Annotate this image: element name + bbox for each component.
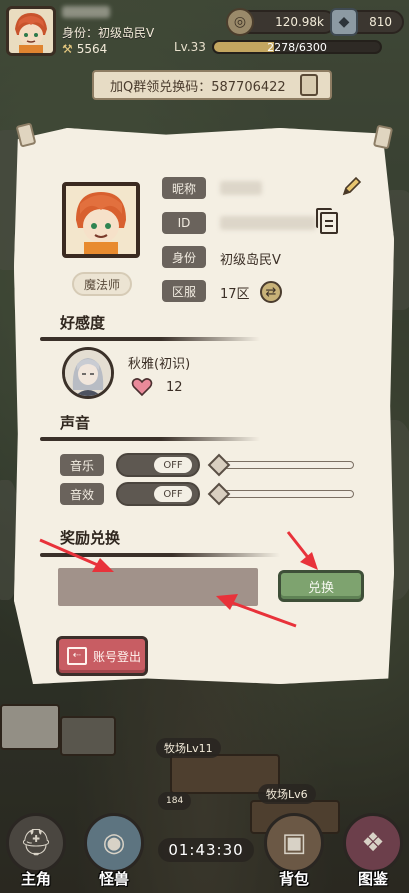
music-label: 音乐: [60, 454, 104, 476]
switch-server-icon[interactable]: ⇄: [260, 281, 282, 303]
nickname-label: 昵称: [162, 177, 206, 199]
class-badge: 魔法师: [72, 272, 132, 296]
ranch-label[interactable]: 牧场Lv11: [156, 738, 221, 758]
heart-icon: [131, 378, 153, 397]
player-avatar[interactable]: [6, 6, 56, 56]
banner-copy-icon[interactable]: [300, 74, 318, 96]
affinity-hearts: 12: [166, 380, 183, 395]
npc-portrait-icon: [65, 350, 111, 396]
sfx-volume-slider[interactable]: [212, 490, 354, 498]
server-label: 区服: [162, 280, 206, 302]
gold-value: 120.98k: [275, 15, 324, 29]
redeem-title: 奖励兑换: [60, 529, 121, 547]
npc-avatar[interactable]: [62, 347, 114, 399]
id-value-redacted: [220, 216, 316, 230]
monster-eye-icon: ◉: [84, 813, 144, 873]
npc-name: 秋雅(初识): [128, 357, 191, 372]
rank-label: 身份: [162, 246, 206, 268]
gem-icon: ◆: [330, 8, 358, 36]
music-toggle[interactable]: OFF: [116, 453, 200, 477]
redeem-code-input[interactable]: [58, 568, 258, 606]
xp-bar: 2278/6300: [212, 40, 382, 54]
book-icon: ❖: [343, 813, 403, 873]
redeem-button-label: 兑换: [307, 580, 334, 596]
section-divider: [40, 337, 260, 341]
id-label: ID: [162, 212, 206, 234]
redeem-code-banner[interactable]: 加Q群领兑换码：587706422: [92, 70, 332, 100]
server-value: 17区: [220, 287, 250, 302]
xp-text: 2278/6300: [267, 41, 327, 54]
sound-title: 声音: [60, 414, 91, 432]
nav-bag[interactable]: ▣ 背包: [258, 807, 330, 893]
nav-bag-label: 背包: [278, 870, 309, 888]
rank-value: 初级岛民Ⅴ: [220, 253, 281, 268]
player-portrait-icon: [15, 13, 47, 53]
sfx-toggle-state: OFF: [154, 486, 192, 502]
sfx-label: 音效: [60, 483, 104, 505]
power-value: 5564: [76, 42, 108, 56]
redeem-button[interactable]: 兑换: [278, 570, 364, 602]
coin-icon: ◎: [226, 8, 254, 36]
player-rank-title: 身份：初级岛民Ⅴ: [62, 26, 155, 40]
redeem-banner-text: 加Q群领兑换码：587706422: [110, 79, 286, 95]
backpack-icon: ▣: [264, 813, 324, 873]
affinity-title: 好感度: [60, 314, 106, 332]
nav-monsters[interactable]: ◉ 怪兽: [78, 807, 150, 893]
section-divider: [40, 437, 260, 441]
logout-button-label: 账号登出: [93, 649, 142, 664]
nav-codex[interactable]: ❖ 图鉴: [337, 807, 409, 893]
countdown-timer: 01:43:30: [158, 838, 254, 862]
character-portrait-icon: [66, 186, 136, 254]
nav-hero-label: 主角: [20, 870, 51, 888]
resource-bubble[interactable]: 184: [158, 792, 192, 810]
copy-id-icon[interactable]: [316, 208, 338, 234]
ranch-label[interactable]: 牧场Lv6: [258, 784, 316, 804]
edit-nickname-icon[interactable]: [340, 176, 362, 198]
nickname-value-redacted: [220, 181, 262, 195]
player-power: ⚒ 5564: [62, 42, 107, 56]
sfx-toggle[interactable]: OFF: [116, 482, 200, 506]
music-toggle-state: OFF: [154, 457, 192, 473]
gem-value: 810: [369, 15, 392, 29]
player-level: Lv.33: [174, 40, 206, 54]
helmet-icon: ⛑: [6, 813, 66, 873]
section-divider: [40, 553, 280, 557]
music-volume-slider[interactable]: [212, 461, 354, 469]
nav-codex-label: 图鉴: [357, 870, 388, 888]
pickaxe-icon: ⚒: [62, 42, 73, 56]
nav-hero[interactable]: ⛑ 主角: [0, 807, 72, 893]
logout-icon: ⇠: [67, 647, 87, 665]
logout-button[interactable]: ⇠ 账号登出: [56, 636, 148, 676]
character-portrait[interactable]: [62, 182, 140, 258]
nav-monsters-label: 怪兽: [98, 870, 129, 888]
player-name-redacted: [62, 6, 110, 18]
